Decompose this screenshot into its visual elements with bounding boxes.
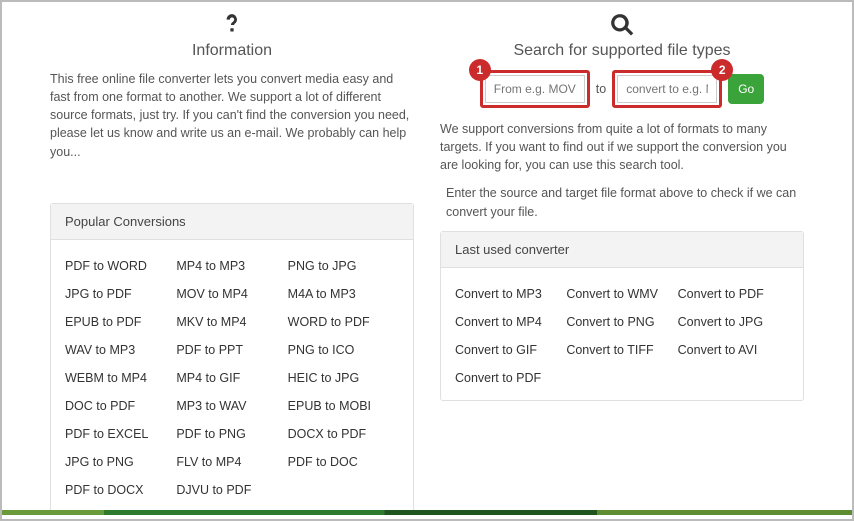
- conversion-link[interactable]: MP3 to WAV: [176, 392, 287, 420]
- conversion-link[interactable]: WORD to PDF: [288, 308, 399, 336]
- footer-accent-bar: [2, 510, 852, 515]
- conversion-link[interactable]: PNG to JPG: [288, 252, 399, 280]
- to-input-highlight: 2: [612, 70, 722, 108]
- conversion-link[interactable]: PDF to PPT: [176, 336, 287, 364]
- conversion-link[interactable]: Convert to GIF: [455, 336, 566, 364]
- information-title: Information: [50, 42, 414, 60]
- go-button[interactable]: Go: [728, 74, 764, 104]
- conversion-link[interactable]: M4A to MP3: [288, 280, 399, 308]
- search-hint: Enter the source and target file format …: [440, 184, 804, 220]
- last-used-title: Last used converter: [441, 232, 803, 268]
- conversion-link[interactable]: PDF to DOCX: [65, 476, 176, 504]
- badge-1: 1: [469, 59, 491, 81]
- conversion-link[interactable]: Convert to MP3: [455, 280, 566, 308]
- conversion-link[interactable]: DOCX to PDF: [288, 420, 399, 448]
- search-header: Search for supported file types: [440, 12, 804, 60]
- to-label: to: [596, 82, 606, 96]
- search-description: We support conversions from quite a lot …: [440, 120, 804, 174]
- to-input[interactable]: [617, 75, 717, 103]
- from-input[interactable]: [485, 75, 585, 103]
- popular-conversions-panel: Popular Conversions PDF to WORDJPG to PD…: [50, 203, 414, 513]
- conversion-link[interactable]: Convert to MP4: [455, 308, 566, 336]
- search-row: 1 to 2 Go: [440, 70, 804, 108]
- conversion-link[interactable]: WEBM to MP4: [65, 364, 176, 392]
- conversion-link[interactable]: JPG to PNG: [65, 448, 176, 476]
- conversion-link[interactable]: Convert to AVI: [678, 336, 789, 364]
- conversion-link[interactable]: EPUB to MOBI: [288, 392, 399, 420]
- conversion-link[interactable]: Convert to WMV: [566, 280, 677, 308]
- conversion-link[interactable]: PDF to DOC: [288, 448, 399, 476]
- conversion-link[interactable]: MOV to MP4: [176, 280, 287, 308]
- conversion-link[interactable]: DJVU to PDF: [176, 476, 287, 504]
- conversion-link[interactable]: WAV to MP3: [65, 336, 176, 364]
- conversion-link[interactable]: PDF to PNG: [176, 420, 287, 448]
- from-input-highlight: 1: [480, 70, 590, 108]
- conversion-link[interactable]: Convert to JPG: [678, 308, 789, 336]
- information-text: This free online file converter lets you…: [50, 70, 414, 161]
- conversion-link[interactable]: Convert to PNG: [566, 308, 677, 336]
- conversion-link[interactable]: Convert to PDF: [678, 280, 789, 308]
- last-used-grid: Convert to MP3Convert to MP4Convert to G…: [455, 280, 789, 392]
- conversion-link[interactable]: MP4 to GIF: [176, 364, 287, 392]
- search-icon: [609, 12, 635, 38]
- popular-conversions-grid: PDF to WORDJPG to PDFEPUB to PDFWAV to M…: [65, 252, 399, 504]
- conversion-link[interactable]: PDF to EXCEL: [65, 420, 176, 448]
- conversion-link[interactable]: HEIC to JPG: [288, 364, 399, 392]
- popular-conversions-title: Popular Conversions: [51, 204, 413, 240]
- conversion-link[interactable]: MKV to MP4: [176, 308, 287, 336]
- conversion-link[interactable]: PDF to WORD: [65, 252, 176, 280]
- conversion-link[interactable]: Convert to PDF: [455, 364, 566, 392]
- information-header: Information: [50, 12, 414, 60]
- conversion-link[interactable]: DOC to PDF: [65, 392, 176, 420]
- search-title: Search for supported file types: [440, 42, 804, 60]
- conversion-link[interactable]: FLV to MP4: [176, 448, 287, 476]
- conversion-link[interactable]: Convert to TIFF: [566, 336, 677, 364]
- last-used-panel: Last used converter Convert to MP3Conver…: [440, 231, 804, 401]
- conversion-link[interactable]: MP4 to MP3: [176, 252, 287, 280]
- conversion-link[interactable]: PNG to ICO: [288, 336, 399, 364]
- conversion-link[interactable]: JPG to PDF: [65, 280, 176, 308]
- question-icon: [219, 12, 245, 38]
- conversion-link[interactable]: EPUB to PDF: [65, 308, 176, 336]
